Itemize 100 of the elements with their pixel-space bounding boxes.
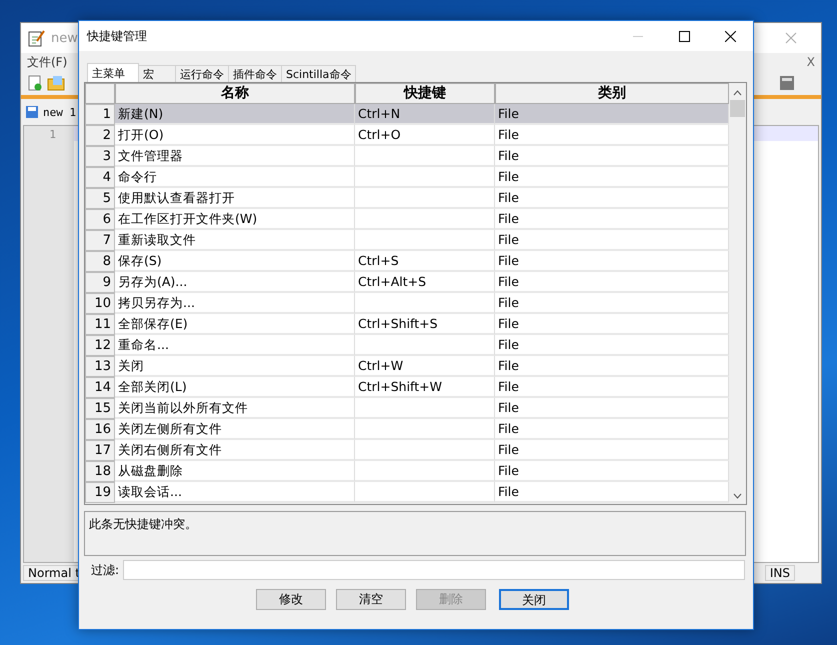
table-cell[interactable]: Ctrl+Shift+S: [355, 314, 495, 335]
dialog-button[interactable]: 清空: [336, 589, 406, 610]
row-number: 3: [85, 146, 115, 167]
table-cell[interactable]: 关闭当前以外所有文件: [115, 398, 355, 419]
column-header[interactable]: 名称: [115, 83, 355, 104]
table-cell[interactable]: Ctrl+W: [355, 356, 495, 377]
table-cell[interactable]: File: [495, 125, 729, 146]
row-number: 10: [85, 293, 115, 314]
row-number: 14: [85, 377, 115, 398]
row-number: 8: [85, 251, 115, 272]
table-cell[interactable]: [355, 482, 495, 503]
table-cell[interactable]: File: [495, 356, 729, 377]
table-cell[interactable]: File: [495, 293, 729, 314]
row-number: 13: [85, 356, 115, 377]
table-cell[interactable]: 从磁盘删除: [115, 461, 355, 482]
table-cell[interactable]: Ctrl+O: [355, 125, 495, 146]
maximize-icon[interactable]: [678, 30, 690, 42]
column-header[interactable]: 快捷键: [355, 83, 495, 104]
close-icon[interactable]: [724, 30, 736, 42]
table-cell[interactable]: 关闭右侧所有文件: [115, 440, 355, 461]
dialog-button[interactable]: 修改: [256, 589, 326, 610]
tab[interactable]: Scintilla命令: [281, 65, 356, 82]
dialog-button[interactable]: 关闭: [499, 589, 569, 610]
notepad-icon: [27, 29, 45, 47]
table-cell[interactable]: [355, 167, 495, 188]
table-cell[interactable]: 重新读取文件: [115, 230, 355, 251]
tab[interactable]: 运行命令: [175, 65, 229, 82]
row-number: 5: [85, 188, 115, 209]
row-number: 17: [85, 440, 115, 461]
table-cell[interactable]: 打开(O): [115, 125, 355, 146]
table-cell[interactable]: [355, 146, 495, 167]
tab[interactable]: 插件命令: [228, 65, 282, 82]
row-number: 16: [85, 419, 115, 440]
row-number: 2: [85, 125, 115, 146]
tab[interactable]: 宏: [138, 65, 176, 82]
row-number: 9: [85, 272, 115, 293]
table-cell[interactable]: File: [495, 440, 729, 461]
scrollbar-thumb[interactable]: [730, 100, 745, 117]
table-cell[interactable]: File: [495, 335, 729, 356]
table-cell[interactable]: 命令行: [115, 167, 355, 188]
table-cell[interactable]: File: [495, 209, 729, 230]
calculator-icon[interactable]: [779, 75, 795, 91]
table-cell[interactable]: 保存(S): [115, 251, 355, 272]
filter-field[interactable]: [123, 560, 745, 580]
table-cell[interactable]: File: [495, 230, 729, 251]
table-cell[interactable]: 全部关闭(L): [115, 377, 355, 398]
window-title: new: [51, 30, 78, 46]
table-cell[interactable]: [355, 209, 495, 230]
header-corner: [85, 83, 115, 104]
table-cell[interactable]: 重命名...: [115, 335, 355, 356]
table-cell[interactable]: [355, 398, 495, 419]
table-cell[interactable]: 读取会话...: [115, 482, 355, 503]
table-cell[interactable]: Ctrl+S: [355, 251, 495, 272]
table-cell[interactable]: File: [495, 314, 729, 335]
filter-label: 过滤:: [91, 562, 120, 578]
table-cell[interactable]: Ctrl+Alt+S: [355, 272, 495, 293]
table-cell[interactable]: 在工作区打开文件夹(W): [115, 209, 355, 230]
scroll-up-icon[interactable]: [733, 90, 742, 96]
table-cell[interactable]: [355, 461, 495, 482]
row-number: 12: [85, 335, 115, 356]
table-cell[interactable]: [355, 293, 495, 314]
row-number: 6: [85, 209, 115, 230]
table-cell[interactable]: [355, 230, 495, 251]
table-cell[interactable]: [355, 419, 495, 440]
table-cell[interactable]: File: [495, 377, 729, 398]
table-cell[interactable]: 拷贝另存为...: [115, 293, 355, 314]
new-file-icon[interactable]: [27, 75, 43, 91]
table-cell[interactable]: File: [495, 146, 729, 167]
tab[interactable]: 主菜单: [87, 63, 139, 82]
table-cell[interactable]: File: [495, 419, 729, 440]
line-number: 1: [49, 128, 56, 141]
table-cell[interactable]: 使用默认查看器打开: [115, 188, 355, 209]
table-cell[interactable]: File: [495, 251, 729, 272]
table-cell[interactable]: 关闭: [115, 356, 355, 377]
table-cell[interactable]: [355, 335, 495, 356]
table-cell[interactable]: File: [495, 104, 729, 125]
row-number: 18: [85, 461, 115, 482]
table-cell[interactable]: File: [495, 482, 729, 503]
scroll-down-icon[interactable]: [733, 493, 742, 499]
table-cell[interactable]: 关闭左侧所有文件: [115, 419, 355, 440]
row-number: 15: [85, 398, 115, 419]
table-cell[interactable]: 文件管理器: [115, 146, 355, 167]
folder-icon[interactable]: [47, 75, 65, 91]
table-cell[interactable]: [355, 188, 495, 209]
document-tab[interactable]: new 1: [25, 105, 76, 119]
column-header[interactable]: 类别: [495, 83, 729, 104]
table-cell[interactable]: File: [495, 272, 729, 293]
table-cell[interactable]: 全部保存(E): [115, 314, 355, 335]
table-cell[interactable]: 新建(N): [115, 104, 355, 125]
table-cell[interactable]: File: [495, 461, 729, 482]
table-cell[interactable]: File: [495, 167, 729, 188]
close-document-button[interactable]: X: [806, 55, 815, 69]
table-cell[interactable]: [355, 440, 495, 461]
table-cell[interactable]: Ctrl+N: [355, 104, 495, 125]
save-icon: [25, 105, 39, 119]
table-cell[interactable]: 另存为(A)...: [115, 272, 355, 293]
table-cell[interactable]: File: [495, 398, 729, 419]
table-cell[interactable]: File: [495, 188, 729, 209]
menu-item[interactable]: 文件(F): [27, 54, 68, 70]
table-cell[interactable]: Ctrl+Shift+W: [355, 377, 495, 398]
